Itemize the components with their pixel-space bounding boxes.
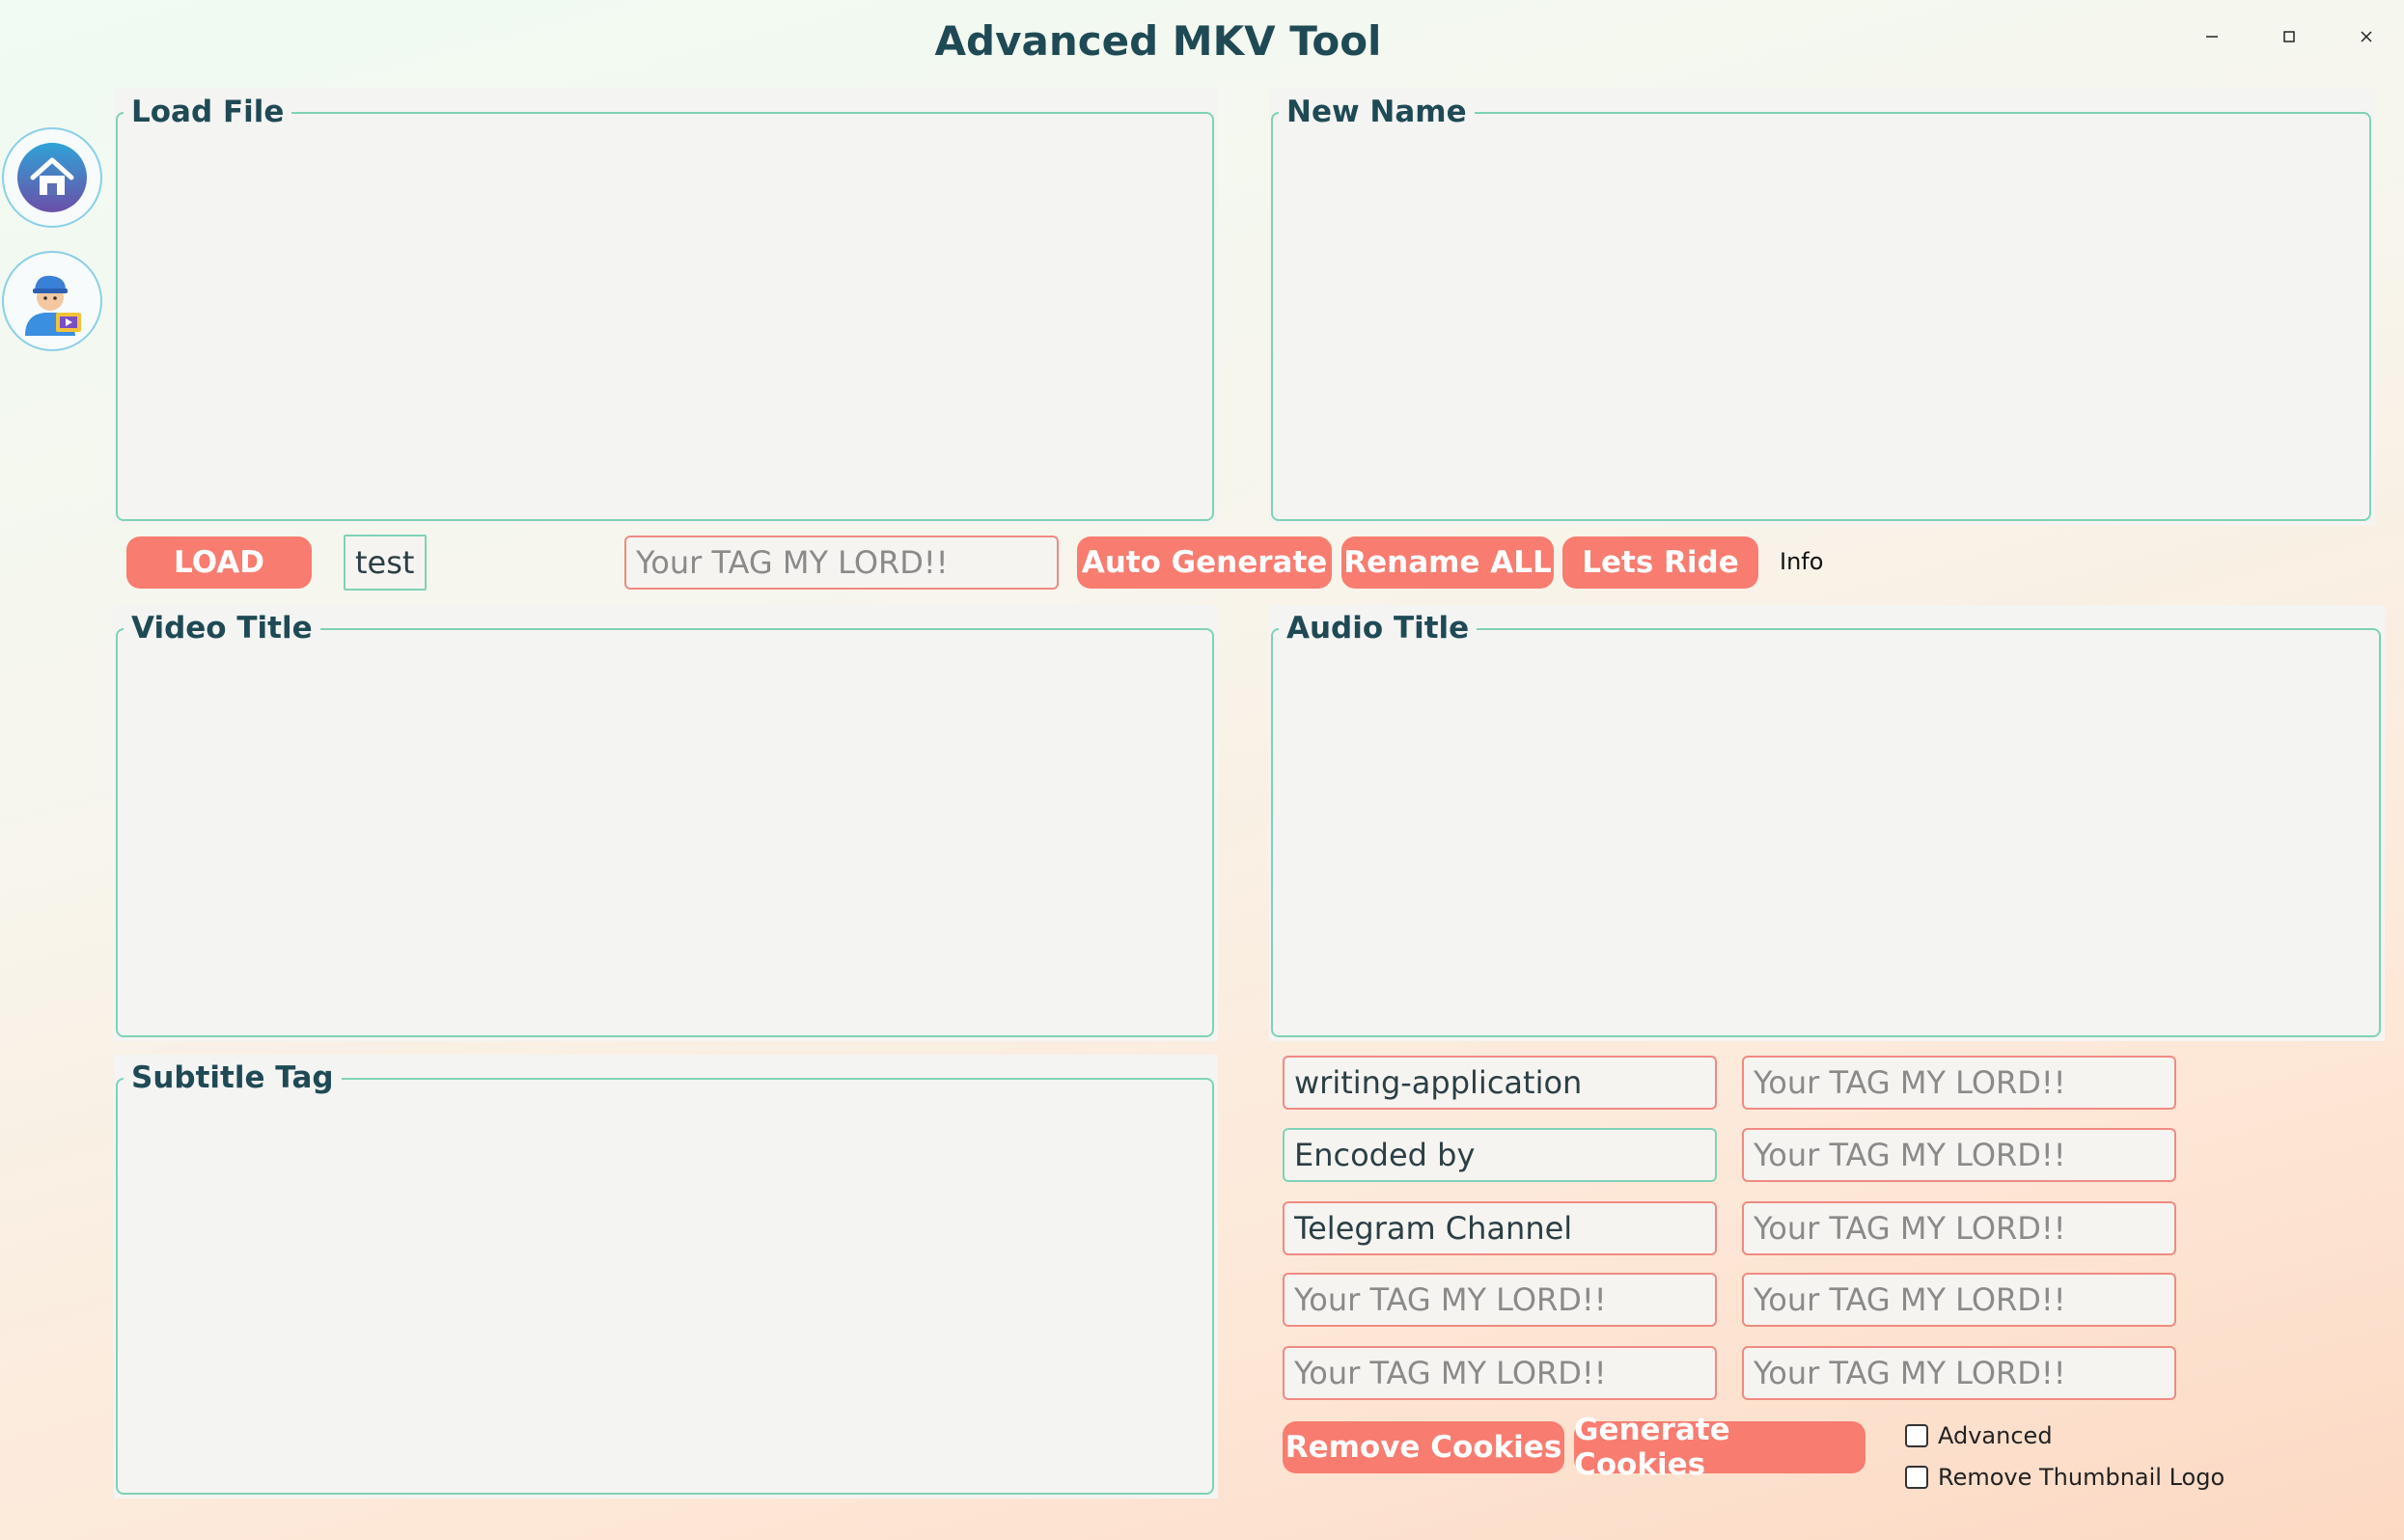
audio-title-panel: Audio Title xyxy=(1269,605,2385,1041)
video-title-label: Video Title xyxy=(124,611,320,646)
rename-all-button[interactable]: Rename ALL xyxy=(1341,536,1554,589)
user-avatar-icon xyxy=(25,275,81,336)
advanced-checkbox-label: Advanced xyxy=(1938,1422,2053,1449)
minimize-icon xyxy=(2206,36,2218,38)
new-name-label: New Name xyxy=(1279,95,1475,129)
remove-thumbnail-logo-checkbox[interactable]: Remove Thumbnail Logo xyxy=(1905,1464,2224,1491)
auto-generate-button[interactable]: Auto Generate xyxy=(1077,536,1332,589)
load-file-label: Load File xyxy=(124,95,292,129)
advanced-checkbox[interactable]: Advanced xyxy=(1905,1422,2053,1449)
video-title-list[interactable] xyxy=(116,628,1214,1037)
audio-title-label: Audio Title xyxy=(1279,611,1478,646)
new-name-list[interactable] xyxy=(1271,112,2371,521)
tag-key-field-4[interactable] xyxy=(1283,1273,1717,1327)
nav-home-button[interactable] xyxy=(2,127,102,228)
window-title: Advanced MKV Tool xyxy=(934,17,1382,65)
subtitle-tag-list[interactable] xyxy=(116,1078,1214,1495)
advanced-checkbox-box[interactable] xyxy=(1905,1424,1928,1447)
remove-thumbnail-logo-checkbox-box[interactable] xyxy=(1905,1466,1928,1489)
tag-key-field-3[interactable] xyxy=(1283,1201,1717,1255)
load-button[interactable]: LOAD xyxy=(126,536,312,589)
minimize-button[interactable] xyxy=(2183,15,2241,58)
load-file-panel: Load File xyxy=(114,89,1218,525)
nav-profile-button[interactable] xyxy=(2,251,102,351)
video-title-panel: Video Title xyxy=(114,605,1218,1041)
test-input[interactable] xyxy=(344,535,427,591)
new-name-panel: New Name xyxy=(1269,89,2375,525)
tag-value-field-1[interactable] xyxy=(1742,1056,2176,1110)
info-link[interactable]: Info xyxy=(1780,548,1823,575)
tag-value-field-2[interactable] xyxy=(1742,1128,2176,1182)
maximize-icon xyxy=(2283,31,2295,42)
tag-value-field-4[interactable] xyxy=(1742,1273,2176,1327)
load-file-list[interactable] xyxy=(116,112,1214,521)
generate-cookies-button[interactable]: Generate Cookies xyxy=(1574,1413,1865,1482)
subtitle-tag-label: Subtitle Tag xyxy=(124,1060,342,1095)
tag-key-field-5[interactable] xyxy=(1283,1346,1717,1400)
close-button[interactable] xyxy=(2337,15,2395,58)
tag-key-field-1[interactable] xyxy=(1283,1056,1717,1110)
subtitle-tag-panel: Subtitle Tag xyxy=(114,1055,1218,1499)
tag-value-field-5[interactable] xyxy=(1742,1346,2176,1400)
tag-input[interactable] xyxy=(624,536,1059,590)
remove-thumbnail-logo-label: Remove Thumbnail Logo xyxy=(1938,1464,2225,1491)
audio-title-list[interactable] xyxy=(1271,628,2381,1037)
tag-value-field-3[interactable] xyxy=(1742,1201,2176,1255)
close-icon xyxy=(2361,31,2372,42)
remove-cookies-button[interactable]: Remove Cookies xyxy=(1283,1421,1564,1473)
lets-ride-button[interactable]: Lets Ride xyxy=(1562,536,1758,589)
tag-key-field-2[interactable] xyxy=(1283,1128,1717,1182)
home-icon xyxy=(17,143,87,212)
maximize-button[interactable] xyxy=(2260,15,2318,58)
